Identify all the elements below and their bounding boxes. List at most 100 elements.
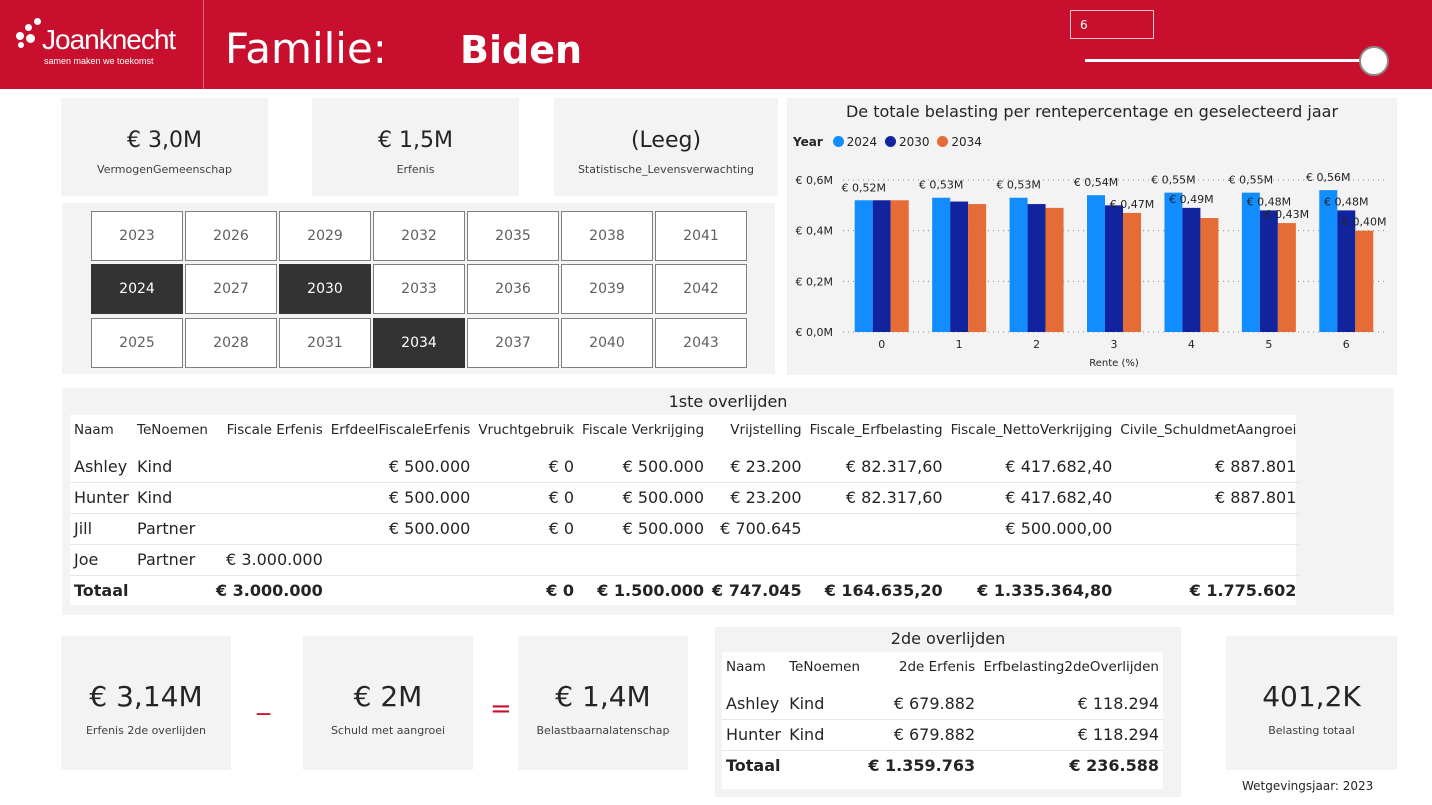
total-cell: € 3.000.000 <box>215 581 323 601</box>
year-button[interactable]: 2036 <box>467 264 559 314</box>
column-header[interactable]: Fiscale_Erfbelasting <box>806 415 947 445</box>
bar[interactable] <box>932 197 951 332</box>
year-button[interactable]: 2043 <box>655 318 747 368</box>
bar[interactable] <box>1105 205 1123 332</box>
year-button[interactable]: 2025 <box>91 318 183 368</box>
bar[interactable] <box>1009 197 1028 332</box>
second-death-card: 2de overlijden Naam TeNoemen 2de Erfenis Er… <box>715 627 1181 797</box>
column-header[interactable]: Naam <box>722 652 785 682</box>
column-header[interactable]: ErfdeelFiscaleErfenis <box>327 415 475 445</box>
table-row[interactable]: Ashley Kind € 679.882 € 118.294 <box>722 688 1163 720</box>
year-button[interactable]: 2026 <box>185 211 277 261</box>
bar[interactable] <box>1355 230 1374 332</box>
kpi-label: Schuld met aangroei <box>330 724 446 737</box>
year-button[interactable]: 2037 <box>467 318 559 368</box>
second-death-title: 2de overlijden <box>890 629 1006 648</box>
table-cell <box>578 544 709 576</box>
year-button[interactable]: 2041 <box>655 211 747 261</box>
kpi-card-belasting-totaal: 401,2K Belasting totaal <box>1226 636 1397 770</box>
year-button[interactable]: 2031 <box>279 318 371 368</box>
total-cell: € 1.359.763 <box>868 756 976 776</box>
kpi-value: € 3,14M <box>89 680 203 713</box>
kpi-label: Belastbaarnalatenschap <box>536 724 670 737</box>
bar[interactable] <box>1182 207 1201 332</box>
bar[interactable] <box>950 201 969 332</box>
table-cell: € 23.200 <box>708 482 806 514</box>
wetgevingsjaar-label: Wetgevingsjaar: 2023 <box>1242 779 1374 793</box>
bar[interactable] <box>854 200 873 332</box>
table-row[interactable]: Joe Partner € 3.000.000 <box>70 544 1301 576</box>
year-button[interactable]: 2024 <box>91 264 183 314</box>
bar[interactable] <box>872 200 891 332</box>
year-button[interactable]: 2033 <box>373 264 465 314</box>
year-button[interactable]: 2032 <box>373 211 465 261</box>
year-button[interactable]: 2042 <box>655 264 747 314</box>
table-row[interactable]: Hunter Kind € 500.000 € 0 € 500.000 € 23.200 €… <box>70 482 1301 514</box>
year-button[interactable]: 2040 <box>561 318 653 368</box>
table-cell <box>1116 544 1301 576</box>
dashboard-page: Joanknecht samen maken we toekomst Famil… <box>0 0 1432 805</box>
year-button[interactable]: 2030 <box>279 264 371 314</box>
bar[interactable] <box>1259 210 1278 332</box>
year-button[interactable]: 2035 <box>467 211 559 261</box>
year-button[interactable]: 2038 <box>561 211 653 261</box>
first-death-table: Naam TeNoemen Fiscale Erfenis ErfdeelFiscal… <box>70 415 1301 606</box>
bar[interactable] <box>1164 192 1183 332</box>
year-button[interactable]: 2039 <box>561 264 653 314</box>
bar[interactable] <box>1087 195 1105 332</box>
year-button[interactable]: 2034 <box>373 318 465 368</box>
column-header[interactable]: Fiscale Verkrijging <box>578 415 708 445</box>
x-tick-label: 2 <box>1033 338 1040 351</box>
slider-value-input[interactable]: 6 <box>1070 10 1154 39</box>
table-cell <box>211 482 327 514</box>
table-cell: Partner <box>133 513 212 545</box>
table-cell: € 118.294 <box>979 688 1163 720</box>
table-cell: € 500.000 <box>326 482 475 514</box>
kpi-value: (Leeg) <box>630 128 702 153</box>
table-cell: € 700.645 <box>708 513 806 545</box>
kpi-label: Belasting totaal <box>1268 724 1355 737</box>
total-cell: Totaal <box>726 756 781 776</box>
bar[interactable] <box>890 200 909 332</box>
bar[interactable] <box>1027 204 1046 332</box>
column-header[interactable]: 2de Erfenis <box>864 652 979 682</box>
bar[interactable] <box>1045 207 1064 332</box>
column-header[interactable]: Vrijstelling <box>708 415 806 445</box>
column-header[interactable]: Naam <box>70 415 133 445</box>
year-button[interactable]: 2027 <box>185 264 277 314</box>
bar-chart[interactable]: € 0,0M € 0,2M € 0,4M € 0,6M 0 € 0,52M 1 € 0,53M… <box>787 98 1397 375</box>
bar[interactable] <box>1200 218 1219 332</box>
column-header[interactable]: Civile_SchuldmetAangroei <box>1116 415 1300 445</box>
column-header[interactable]: Fiscale_NettoVerkrijging <box>947 415 1117 445</box>
logo-tagline: samen maken we toekomst <box>44 56 154 66</box>
bar[interactable] <box>1319 190 1338 332</box>
slider-thumb[interactable] <box>1359 46 1389 76</box>
table-cell <box>805 513 947 545</box>
column-header[interactable]: TeNoemen <box>133 415 212 445</box>
table-cell: Ashley <box>722 688 786 720</box>
year-button[interactable]: 2023 <box>91 211 183 261</box>
kpi-card-belastbaar: € 1,4M Belastbaarnalatenschap <box>518 636 688 770</box>
slider-track[interactable] <box>1085 59 1375 62</box>
table-cell <box>211 513 327 545</box>
table-row[interactable]: Jill Partner € 500.000 € 0 € 500.000 € 700.64… <box>70 513 1301 545</box>
family-label: Familie: <box>225 24 387 73</box>
table-row[interactable]: Ashley Kind € 500.000 € 0 € 500.000 € 23.200 €… <box>70 451 1301 483</box>
year-button[interactable]: 2029 <box>279 211 371 261</box>
column-header[interactable]: TeNoemen <box>785 652 864 682</box>
table-cell: € 82.317,60 <box>805 482 947 514</box>
column-header[interactable]: Vruchtgebruik <box>474 415 578 445</box>
bar[interactable] <box>968 204 987 332</box>
bar[interactable] <box>1241 192 1260 332</box>
equals-operator: = <box>490 694 512 724</box>
kpi-label: Erfenis 2de overlijden <box>85 724 207 737</box>
total-cell: € 1.775.602 <box>1189 581 1297 601</box>
table-row[interactable]: Hunter Kind € 679.882 € 118.294 <box>722 719 1163 751</box>
bar[interactable] <box>1123 212 1141 332</box>
bar[interactable] <box>1277 223 1296 332</box>
table-cell <box>1116 513 1301 545</box>
year-button[interactable]: 2028 <box>185 318 277 368</box>
column-header[interactable]: Erfbelasting2deOverlijden <box>979 652 1163 682</box>
table-cell: € 679.882 <box>864 688 980 720</box>
column-header[interactable]: Fiscale Erfenis <box>212 415 327 445</box>
